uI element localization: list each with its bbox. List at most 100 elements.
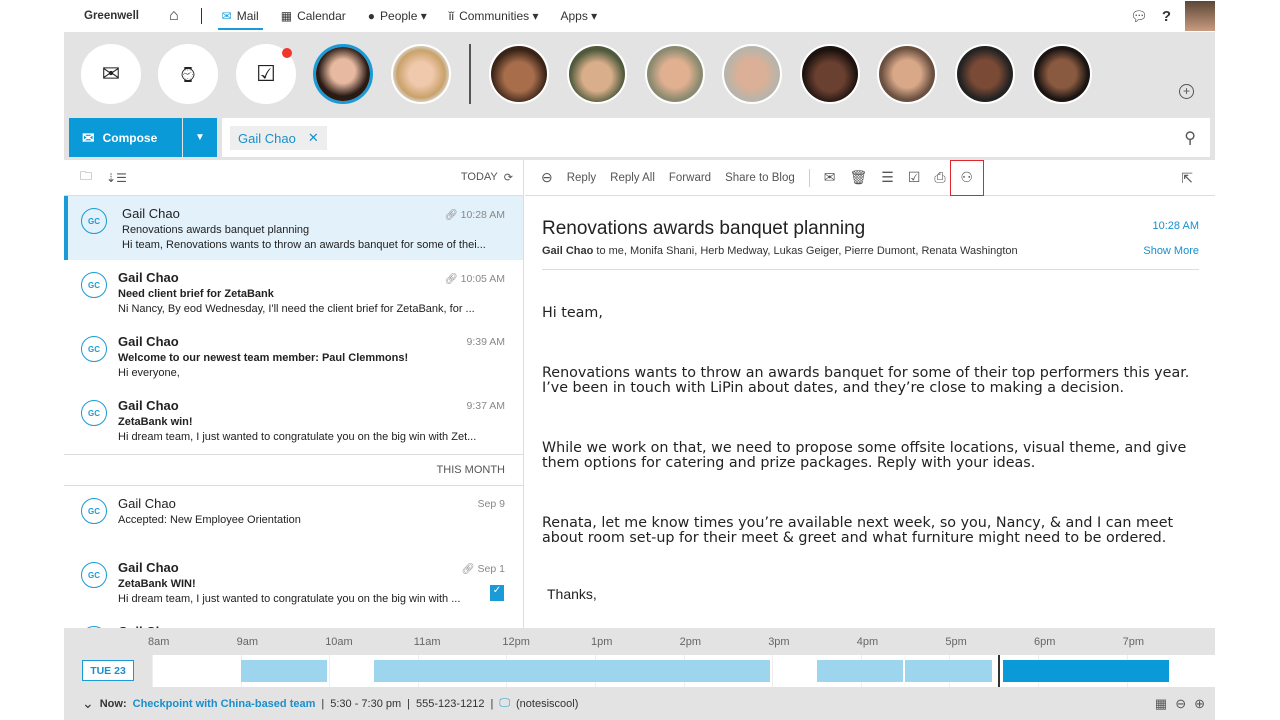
message-item[interactable]: GC Gail Chao Welcome to our newest team …	[64, 324, 523, 388]
user-avatar[interactable]	[1185, 1, 1215, 31]
body-paragraph: While we work on that, we need to propos…	[542, 439, 1187, 471]
reader-toolbar: ⊖ Reply Reply All Forward Share to Blog …	[525, 160, 1215, 196]
hour-label: 11am	[413, 636, 441, 648]
message-item[interactable]: GC Gail Chao Sep 1	[64, 614, 523, 628]
message-item[interactable]: GC Gail Chao Need client brief for ZetaB…	[64, 260, 523, 324]
calendar-grid-icon[interactable]: ▦	[1155, 696, 1167, 712]
help-icon[interactable]: ?	[1162, 8, 1171, 25]
forward-button[interactable]: Forward	[669, 172, 711, 184]
contact-avatar[interactable]	[1032, 44, 1092, 104]
section-today: TODAY	[460, 171, 498, 183]
message-item[interactable]: GC Gail Chao Renovations awards banquet …	[64, 196, 523, 260]
next-icon[interactable]: ⊕	[1194, 696, 1205, 712]
search-input[interactable]: Gail Chao ✕ ⚲	[222, 118, 1210, 157]
message-item[interactable]: GC Gail Chao Accepted: New Employee Orie…	[64, 486, 523, 550]
time-label: 10:28 AM	[460, 209, 505, 221]
add-contact-icon[interactable]: +	[1179, 84, 1194, 99]
brand: Greenwell	[84, 10, 139, 22]
message-subject: Welcome to our newest team member: Paul …	[118, 352, 409, 364]
message-item[interactable]: GC Gail Chao ZetaBank WIN! Hi dream team…	[64, 550, 523, 614]
nav-label: People ▾	[380, 9, 427, 23]
search-icon[interactable]: ⚲	[1184, 128, 1196, 148]
time-label: 9:39 AM	[466, 336, 505, 348]
nav-communities[interactable]: ǐǐ Communities ▾	[449, 0, 539, 32]
envelope-open-icon: ✉	[101, 61, 121, 86]
print-icon[interactable]: ⎙	[934, 169, 945, 186]
now-label: Now:	[99, 697, 127, 710]
prev-icon[interactable]: ⊖	[1175, 696, 1186, 712]
filter-chip[interactable]: Gail Chao ✕	[230, 126, 327, 150]
sender-avatar: GC	[81, 336, 107, 362]
contact-avatar[interactable]	[877, 44, 937, 104]
refresh-icon[interactable]: ⟳	[504, 171, 513, 184]
tasks-button[interactable]: ☑	[236, 44, 296, 104]
sender-avatar: GC	[81, 400, 107, 426]
timeline-event[interactable]	[1002, 660, 1169, 682]
share-to-blog-button[interactable]: Share to Blog	[725, 172, 795, 184]
sender-avatar: GC	[81, 562, 107, 588]
popout-icon[interactable]: ⇱	[1181, 170, 1193, 187]
contact-avatar[interactable]	[645, 44, 705, 104]
timeline-event[interactable]	[373, 660, 771, 682]
show-more-link[interactable]: Show More	[1143, 245, 1199, 257]
sender[interactable]: Gail Chao	[542, 245, 593, 257]
contact-avatar[interactable]	[391, 44, 451, 104]
divider	[469, 44, 471, 104]
sender-avatar: GC	[81, 208, 107, 234]
reply-all-button[interactable]: Reply All	[610, 172, 655, 184]
nav-mail[interactable]: ✉ Mail	[217, 0, 263, 32]
day-label[interactable]: TUE 23	[82, 660, 134, 681]
compose-button[interactable]: ✉ Compose	[69, 118, 182, 157]
divider	[808, 168, 810, 187]
sort-icon[interactable]: ⇣☰	[106, 171, 127, 185]
inbox-button[interactable]: ✉	[81, 44, 141, 104]
nav-apps[interactable]: Apps ▾	[560, 0, 597, 32]
section-header: THIS MONTH	[64, 454, 523, 486]
hour-label: 1pm	[591, 636, 613, 648]
message-subject: Renovations awards banquet planning	[542, 218, 866, 239]
filter-icon[interactable]: ☰	[881, 169, 894, 186]
contact-avatar[interactable]	[955, 44, 1015, 104]
nav-calendar[interactable]: ▦ Calendar	[281, 0, 346, 32]
message-preview: Hi team, Renovations wants to throw an a…	[122, 239, 486, 251]
timeline-event[interactable]	[905, 660, 992, 682]
message-preview: Ni Nancy, By eod Wednesday, I'll need th…	[118, 303, 475, 315]
message-preview: Hi dream team, I just wanted to congratu…	[118, 431, 477, 443]
trash-icon[interactable]: 🗑︎	[850, 169, 868, 186]
contact-avatar[interactable]	[722, 44, 782, 104]
attachment-icon: 🔗︎	[444, 273, 461, 285]
watch-icon: ⌚︎	[176, 63, 199, 88]
nav-label: Apps ▾	[560, 9, 598, 23]
hour-label: 5pm	[945, 636, 967, 648]
contact-avatar[interactable]	[800, 44, 860, 104]
message-subject: Renovations awards banquet planning	[122, 224, 310, 236]
message-subject: Need client brief for ZetaBank	[118, 288, 274, 300]
nav-people[interactable]: ● People ▾	[368, 0, 427, 32]
contact-avatar[interactable]	[489, 44, 549, 104]
reminders-button[interactable]: ⌚︎	[158, 44, 218, 104]
task-badge-icon[interactable]: ✓	[490, 585, 504, 601]
contact-avatar[interactable]	[567, 44, 627, 104]
timeline-event[interactable]	[816, 660, 904, 682]
expand-icon[interactable]: ⌄	[82, 695, 94, 712]
body-paragraph: Renovations wants to throw an awards ban…	[542, 364, 1190, 396]
screen-share-icon[interactable]: 🖵︎	[499, 697, 510, 710]
chat-icon[interactable]: 💬︎	[1130, 8, 1148, 25]
attachment-icon: 🔗︎	[461, 563, 478, 575]
meeting-link[interactable]: Checkpoint with China-based team	[133, 698, 316, 710]
compose-dropdown[interactable]: ▼	[183, 118, 217, 157]
share-network-icon[interactable]: ⚇	[949, 160, 984, 196]
contact-avatar-selected[interactable]	[313, 44, 373, 104]
task-icon[interactable]: ☑	[908, 169, 921, 186]
home-icon[interactable]: ⌂	[169, 0, 179, 32]
back-icon[interactable]: ⊖	[541, 169, 553, 186]
mark-unread-icon[interactable]: ✉	[824, 169, 836, 186]
divider	[200, 8, 202, 24]
close-icon[interactable]: ✕	[308, 130, 319, 146]
timeline-event[interactable]	[240, 660, 328, 682]
reply-button[interactable]: Reply	[567, 172, 596, 184]
message-item[interactable]: GC Gail Chao ZetaBank win! Hi dream team…	[64, 388, 523, 452]
body-signoff: Thanks,	[547, 585, 597, 602]
list-toolbar: 🗀 ⇣☰ TODAY ⟳	[64, 160, 523, 196]
folder-icon[interactable]: 🗀	[80, 167, 92, 188]
